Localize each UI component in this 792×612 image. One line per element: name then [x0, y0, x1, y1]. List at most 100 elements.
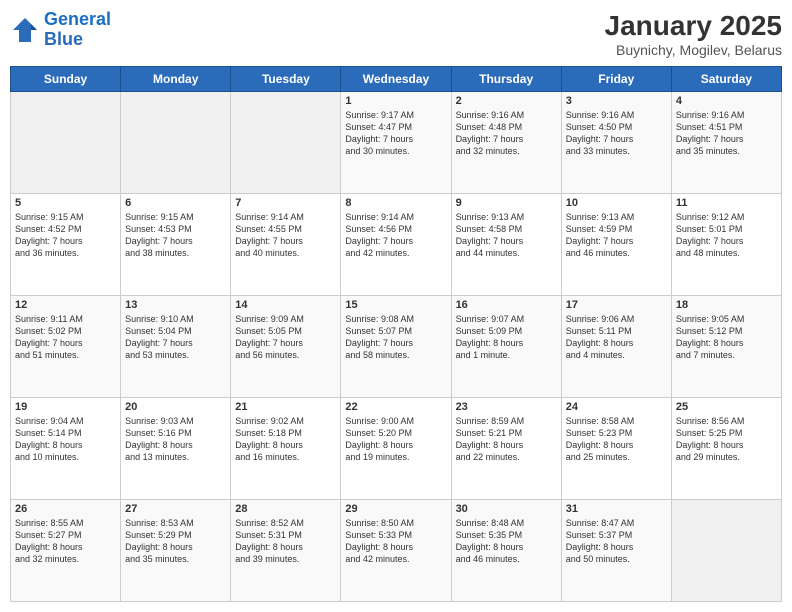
day-number: 4	[676, 95, 777, 107]
week-row-2: 5 Sunrise: 9:15 AM Sunset: 4:52 PM Daylig…	[11, 194, 782, 296]
day-number: 10	[566, 197, 667, 209]
cell-w2-d4: 8 Sunrise: 9:14 AM Sunset: 4:56 PM Daylig…	[341, 194, 451, 296]
cell-w4-d7: 25 Sunrise: 8:56 AM Sunset: 5:25 PM Dayli…	[671, 398, 781, 500]
cell-w3-d6: 17Sunrise: 9:06 AM Sunset: 5:11 PM Dayli…	[561, 296, 671, 398]
day-number: 20	[125, 401, 226, 413]
day-number: 16	[456, 299, 557, 311]
cell-w2-d3: 7Sunrise: 9:14 AM Sunset: 4:55 PM Daylig…	[231, 194, 341, 296]
cell-content: Sunrise: 9:08 AM Sunset: 5:07 PM Dayligh…	[345, 313, 446, 362]
calendar-title: January 2025	[605, 10, 782, 42]
cell-w1-d6: 3 Sunrise: 9:16 AM Sunset: 4:50 PM Daylig…	[561, 92, 671, 194]
day-number: 12	[15, 299, 116, 311]
cell-w1-d7: 4Sunrise: 9:16 AM Sunset: 4:51 PM Daylig…	[671, 92, 781, 194]
cell-content: Sunrise: 9:14 AM Sunset: 4:56 PM Dayligh…	[345, 211, 446, 260]
cell-content: Sunrise: 8:56 AM Sunset: 5:25 PM Dayligh…	[676, 415, 777, 464]
page: General Blue January 2025 Buynichy, Mogi…	[0, 0, 792, 612]
day-number: 25	[676, 401, 777, 413]
cell-w1-d3	[231, 92, 341, 194]
cell-content: Sunrise: 9:06 AM Sunset: 5:11 PM Dayligh…	[566, 313, 667, 362]
day-number: 15	[345, 299, 446, 311]
cell-w2-d2: 6Sunrise: 9:15 AM Sunset: 4:53 PM Daylig…	[121, 194, 231, 296]
day-number: 14	[235, 299, 336, 311]
cell-w5-d7	[671, 500, 781, 602]
cell-w3-d2: 13 Sunrise: 9:10 AM Sunset: 5:04 PM Dayli…	[121, 296, 231, 398]
logo-text: General Blue	[44, 10, 111, 50]
cell-w1-d2	[121, 92, 231, 194]
day-number: 11	[676, 197, 777, 209]
cell-w4-d2: 20 Sunrise: 9:03 AM Sunset: 5:16 PM Dayli…	[121, 398, 231, 500]
day-number: 27	[125, 503, 226, 515]
day-number: 30	[456, 503, 557, 515]
week-row-3: 12Sunrise: 9:11 AM Sunset: 5:02 PM Dayli…	[11, 296, 782, 398]
col-monday: Monday	[121, 67, 231, 92]
cell-w3-d3: 14Sunrise: 9:09 AM Sunset: 5:05 PM Dayli…	[231, 296, 341, 398]
day-number: 8	[345, 197, 446, 209]
cell-content: Sunrise: 9:02 AM Sunset: 5:18 PM Dayligh…	[235, 415, 336, 464]
day-number: 9	[456, 197, 557, 209]
cell-content: Sunrise: 9:17 AM Sunset: 4:47 PM Dayligh…	[345, 109, 446, 158]
cell-content: Sunrise: 9:10 AM Sunset: 5:04 PM Dayligh…	[125, 313, 226, 362]
cell-w5-d5: 30 Sunrise: 8:48 AM Sunset: 5:35 PM Dayli…	[451, 500, 561, 602]
cell-w5-d4: 29 Sunrise: 8:50 AM Sunset: 5:33 PM Dayli…	[341, 500, 451, 602]
calendar-subtitle: Buynichy, Mogilev, Belarus	[605, 42, 782, 58]
cell-w3-d5: 16 Sunrise: 9:07 AM Sunset: 5:09 PM Dayli…	[451, 296, 561, 398]
cell-w5-d2: 27 Sunrise: 8:53 AM Sunset: 5:29 PM Dayli…	[121, 500, 231, 602]
cell-w5-d3: 28Sunrise: 8:52 AM Sunset: 5:31 PM Dayli…	[231, 500, 341, 602]
day-number: 1	[345, 95, 446, 107]
cell-w4-d6: 24 Sunrise: 8:58 AM Sunset: 5:23 PM Dayli…	[561, 398, 671, 500]
header-row: Sunday Monday Tuesday Wednesday Thursday…	[11, 67, 782, 92]
day-number: 5	[15, 197, 116, 209]
cell-content: Sunrise: 8:52 AM Sunset: 5:31 PM Dayligh…	[235, 517, 336, 566]
cell-content: Sunrise: 8:50 AM Sunset: 5:33 PM Dayligh…	[345, 517, 446, 566]
day-number: 7	[235, 197, 336, 209]
col-tuesday: Tuesday	[231, 67, 341, 92]
col-thursday: Thursday	[451, 67, 561, 92]
cell-w5-d6: 31Sunrise: 8:47 AM Sunset: 5:37 PM Dayli…	[561, 500, 671, 602]
cell-content: Sunrise: 8:58 AM Sunset: 5:23 PM Dayligh…	[566, 415, 667, 464]
col-wednesday: Wednesday	[341, 67, 451, 92]
cell-content: Sunrise: 9:13 AM Sunset: 4:59 PM Dayligh…	[566, 211, 667, 260]
cell-w2-d7: 11 Sunrise: 9:12 AM Sunset: 5:01 PM Dayli…	[671, 194, 781, 296]
cell-w2-d5: 9 Sunrise: 9:13 AM Sunset: 4:58 PM Daylig…	[451, 194, 561, 296]
cell-w1-d1	[11, 92, 121, 194]
week-row-5: 26Sunrise: 8:55 AM Sunset: 5:27 PM Dayli…	[11, 500, 782, 602]
col-saturday: Saturday	[671, 67, 781, 92]
day-number: 21	[235, 401, 336, 413]
col-friday: Friday	[561, 67, 671, 92]
cell-w4-d1: 19Sunrise: 9:04 AM Sunset: 5:14 PM Dayli…	[11, 398, 121, 500]
day-number: 29	[345, 503, 446, 515]
week-row-4: 19Sunrise: 9:04 AM Sunset: 5:14 PM Dayli…	[11, 398, 782, 500]
day-number: 23	[456, 401, 557, 413]
cell-w1-d4: 1 Sunrise: 9:17 AM Sunset: 4:47 PM Daylig…	[341, 92, 451, 194]
day-number: 24	[566, 401, 667, 413]
cell-content: Sunrise: 8:48 AM Sunset: 5:35 PM Dayligh…	[456, 517, 557, 566]
day-number: 22	[345, 401, 446, 413]
cell-w3-d1: 12Sunrise: 9:11 AM Sunset: 5:02 PM Dayli…	[11, 296, 121, 398]
cell-content: Sunrise: 9:15 AM Sunset: 4:52 PM Dayligh…	[15, 211, 116, 260]
cell-content: Sunrise: 9:12 AM Sunset: 5:01 PM Dayligh…	[676, 211, 777, 260]
cell-content: Sunrise: 9:04 AM Sunset: 5:14 PM Dayligh…	[15, 415, 116, 464]
cell-w1-d5: 2Sunrise: 9:16 AM Sunset: 4:48 PM Daylig…	[451, 92, 561, 194]
cell-content: Sunrise: 9:13 AM Sunset: 4:58 PM Dayligh…	[456, 211, 557, 260]
cell-w5-d1: 26Sunrise: 8:55 AM Sunset: 5:27 PM Dayli…	[11, 500, 121, 602]
cell-content: Sunrise: 9:07 AM Sunset: 5:09 PM Dayligh…	[456, 313, 557, 362]
cell-content: Sunrise: 9:00 AM Sunset: 5:20 PM Dayligh…	[345, 415, 446, 464]
logo-line1: General	[44, 9, 111, 29]
cell-content: Sunrise: 9:16 AM Sunset: 4:50 PM Dayligh…	[566, 109, 667, 158]
cell-w3-d7: 18Sunrise: 9:05 AM Sunset: 5:12 PM Dayli…	[671, 296, 781, 398]
cell-content: Sunrise: 9:16 AM Sunset: 4:48 PM Dayligh…	[456, 109, 557, 158]
cell-content: Sunrise: 8:53 AM Sunset: 5:29 PM Dayligh…	[125, 517, 226, 566]
cell-content: Sunrise: 9:03 AM Sunset: 5:16 PM Dayligh…	[125, 415, 226, 464]
cell-content: Sunrise: 8:47 AM Sunset: 5:37 PM Dayligh…	[566, 517, 667, 566]
col-sunday: Sunday	[11, 67, 121, 92]
cell-content: Sunrise: 8:59 AM Sunset: 5:21 PM Dayligh…	[456, 415, 557, 464]
day-number: 26	[15, 503, 116, 515]
header: General Blue January 2025 Buynichy, Mogi…	[10, 10, 782, 58]
logo-line2: Blue	[44, 29, 83, 49]
day-number: 13	[125, 299, 226, 311]
cell-w3-d4: 15 Sunrise: 9:08 AM Sunset: 5:07 PM Dayli…	[341, 296, 451, 398]
cell-w4-d3: 21 Sunrise: 9:02 AM Sunset: 5:18 PM Dayli…	[231, 398, 341, 500]
day-number: 3	[566, 95, 667, 107]
logo: General Blue	[10, 10, 111, 50]
day-number: 18	[676, 299, 777, 311]
